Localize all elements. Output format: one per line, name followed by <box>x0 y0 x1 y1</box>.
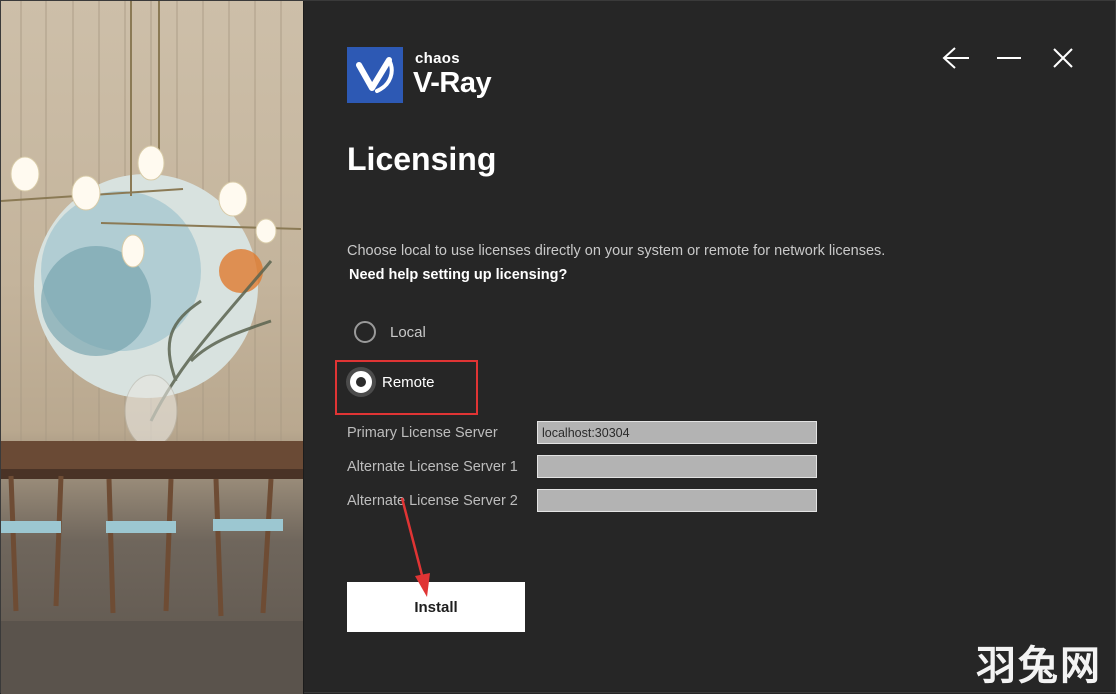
primary-server-label: Primary License Server <box>347 425 498 441</box>
licensing-help-link[interactable]: Need help setting up licensing? <box>349 267 567 283</box>
close-icon <box>1051 46 1075 70</box>
alternate-server-2-label: Alternate License Server 2 <box>347 493 518 509</box>
annotation-highlight-box <box>335 360 478 415</box>
radio-local-label: Local <box>390 323 426 341</box>
page-title: Licensing <box>347 141 497 177</box>
brand-company: chaos <box>415 50 460 67</box>
back-button[interactable] <box>939 43 973 73</box>
page-description: Choose local to use licenses directly on… <box>347 243 886 259</box>
alternate-server-2-input[interactable] <box>537 489 817 512</box>
vray-logo-icon <box>347 47 403 103</box>
alternate-server-1-input[interactable] <box>537 455 817 478</box>
installer-window: chaos V-Ray Licensing Choose local to us… <box>0 0 1116 694</box>
radio-unchecked-icon <box>354 321 376 343</box>
alternate-server-1-label: Alternate License Server 1 <box>347 459 518 475</box>
panel-divider <box>303 1 304 694</box>
primary-server-input[interactable] <box>537 421 817 444</box>
minimize-icon <box>995 46 1023 70</box>
install-button[interactable]: Install <box>347 582 525 632</box>
watermark-text: 羽兔网 <box>976 643 1102 689</box>
close-button[interactable] <box>1046 43 1080 73</box>
minimize-button[interactable] <box>992 43 1026 73</box>
radio-local[interactable]: Local <box>354 319 426 345</box>
interior-photo <box>1 1 303 694</box>
brand-product: V-Ray <box>413 67 492 99</box>
arrow-left-icon <box>941 46 971 70</box>
